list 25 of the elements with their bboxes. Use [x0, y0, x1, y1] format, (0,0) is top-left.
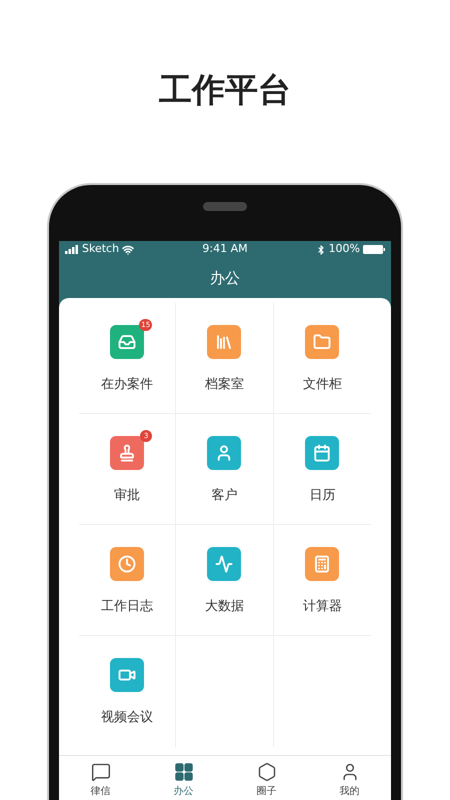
page-title: 工作平台	[159, 69, 291, 111]
message-icon	[90, 762, 110, 782]
app-button[interactable]: 工作日志	[89, 537, 166, 616]
app-button[interactable]: 大数据	[192, 537, 256, 616]
app-button[interactable]: 视频会议	[89, 648, 166, 728]
app-button[interactable]: 文件柜	[290, 315, 354, 394]
carrier-name: Sketch	[82, 241, 120, 258]
tab-button[interactable]: 我的	[308, 756, 391, 800]
app-button[interactable]: 计算器	[290, 537, 354, 616]
grid-icon	[174, 762, 194, 782]
tab-button[interactable]: 办公	[142, 756, 225, 800]
tab-button[interactable]: 圈子	[225, 756, 308, 800]
signal-icon	[65, 245, 79, 254]
battery-percent: 100%	[328, 241, 360, 258]
wifi-icon	[122, 244, 134, 256]
speaker-slot	[203, 202, 247, 211]
hexagon-icon	[256, 762, 276, 782]
app-button[interactable]: 日历	[293, 426, 352, 506]
bluetooth-icon	[316, 244, 326, 254]
status-time: 9:41 AM	[201, 241, 249, 258]
app-button[interactable]: 档案室	[192, 315, 256, 394]
app-button[interactable]: 客户	[195, 426, 254, 506]
tab-button[interactable]: 律信	[59, 756, 142, 800]
header-title: 办公	[209, 268, 241, 289]
battery-icon	[363, 245, 386, 254]
